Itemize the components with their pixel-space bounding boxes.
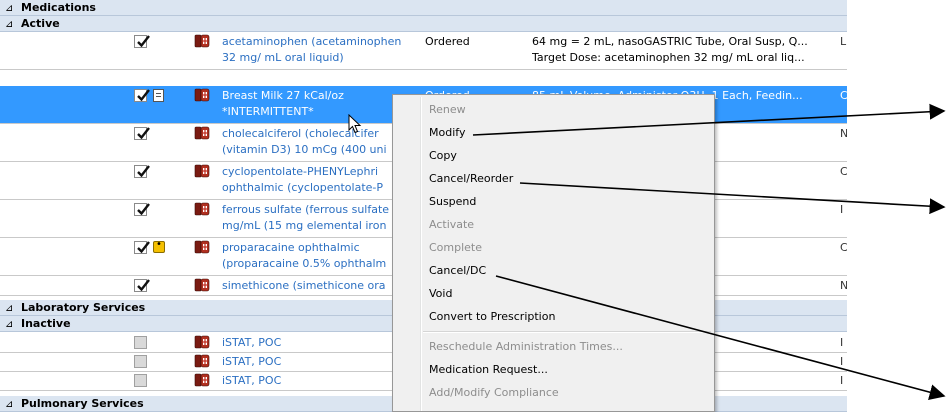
order-pill-icon (194, 240, 210, 254)
section-medications[interactable]: ⊿ Medications (0, 0, 847, 16)
collapse-triangle-icon[interactable]: ⊿ (0, 301, 21, 317)
checkmark-icon (135, 88, 151, 104)
order-extra: I (840, 374, 844, 387)
order-status: Ordered (425, 35, 470, 48)
menu-item-renew: Renew (429, 103, 466, 116)
checkmark-icon (135, 278, 151, 294)
order-checkbox-disabled (134, 374, 147, 387)
order-pill-icon (194, 126, 210, 140)
order-pill-icon (194, 373, 210, 387)
order-extra: N (840, 279, 847, 292)
order-row[interactable]: acetaminophen (acetaminophen 32 mg/ mL o… (0, 32, 847, 70)
collapse-triangle-icon[interactable]: ⊿ (0, 1, 21, 17)
order-pill-icon (194, 335, 210, 349)
order-checkbox[interactable] (134, 165, 147, 178)
checkmark-icon (135, 34, 151, 50)
menu-item-complete: Complete (429, 241, 483, 254)
order-pill-icon (194, 354, 210, 368)
collapse-triangle-icon[interactable]: ⊿ (0, 17, 21, 33)
order-name-line1[interactable]: acetaminophen (acetaminophen (222, 33, 424, 50)
checkmark-icon (135, 202, 151, 218)
note-icon (153, 89, 164, 102)
order-name-line2[interactable]: 32 mg/ mL oral liquid) (222, 49, 424, 66)
order-pill-icon (194, 202, 210, 216)
order-extra: L (840, 35, 847, 48)
menu-icon-gutter (420, 97, 422, 411)
order-checkbox[interactable] (134, 203, 147, 216)
order-extra: N (840, 127, 847, 140)
order-checkbox[interactable] (134, 127, 147, 140)
order-checkbox-disabled (134, 336, 147, 349)
order-extra: I (840, 355, 844, 368)
collapse-triangle-icon[interactable]: ⊿ (0, 317, 21, 333)
subsection-active[interactable]: ⊿ Active (0, 16, 847, 32)
order-extra: C (840, 165, 847, 178)
checkmark-icon (135, 240, 151, 256)
menu-item-modify[interactable]: Modify (429, 122, 465, 144)
warning-icon (153, 239, 165, 253)
order-checkbox-disabled (134, 355, 147, 368)
order-details-line2: Target Dose: acetaminophen 32 mg/ mL ora… (532, 51, 805, 64)
menu-item-reschedule-administration-times: Reschedule Administration Times... (429, 340, 623, 353)
order-extra: I (840, 336, 844, 349)
order-extra: C (840, 89, 847, 102)
order-pill-icon (194, 278, 210, 292)
menu-item-cancel-reorder[interactable]: Cancel/Reorder (429, 168, 513, 190)
menu-item-cancel-dc[interactable]: Cancel/DC (429, 260, 486, 282)
order-checkbox[interactable] (134, 279, 147, 292)
order-pill-icon (194, 34, 210, 48)
order-extra: C (840, 241, 847, 254)
menu-item-copy[interactable]: Copy (429, 145, 457, 167)
checkmark-icon (135, 126, 151, 142)
order-checkbox[interactable] (134, 89, 147, 102)
mouse-pointer-icon (348, 114, 362, 134)
menu-item-void[interactable]: Void (429, 283, 452, 305)
order-checkbox[interactable] (134, 241, 147, 254)
context-menu: Renew Modify Copy Cancel/Reorder Suspend… (392, 94, 715, 412)
menu-item-suspend[interactable]: Suspend (429, 191, 476, 213)
collapse-triangle-icon[interactable]: ⊿ (0, 397, 21, 412)
order-details-line1: 64 mg = 2 mL, nasoGASTRIC Tube, Oral Sus… (532, 35, 808, 48)
order-pill-icon (194, 164, 210, 178)
checkmark-icon (135, 164, 151, 180)
menu-item-medication-request[interactable]: Medication Request... (429, 359, 548, 381)
menu-item-convert-to-prescription[interactable]: Convert to Prescription (429, 306, 555, 328)
order-pill-icon (194, 88, 210, 102)
order-checkbox[interactable] (134, 35, 147, 48)
order-extra: I (840, 203, 844, 216)
menu-item-add-modify-compliance: Add/Modify Compliance (429, 386, 559, 399)
menu-separator (423, 331, 711, 333)
menu-item-activate: Activate (429, 218, 475, 231)
